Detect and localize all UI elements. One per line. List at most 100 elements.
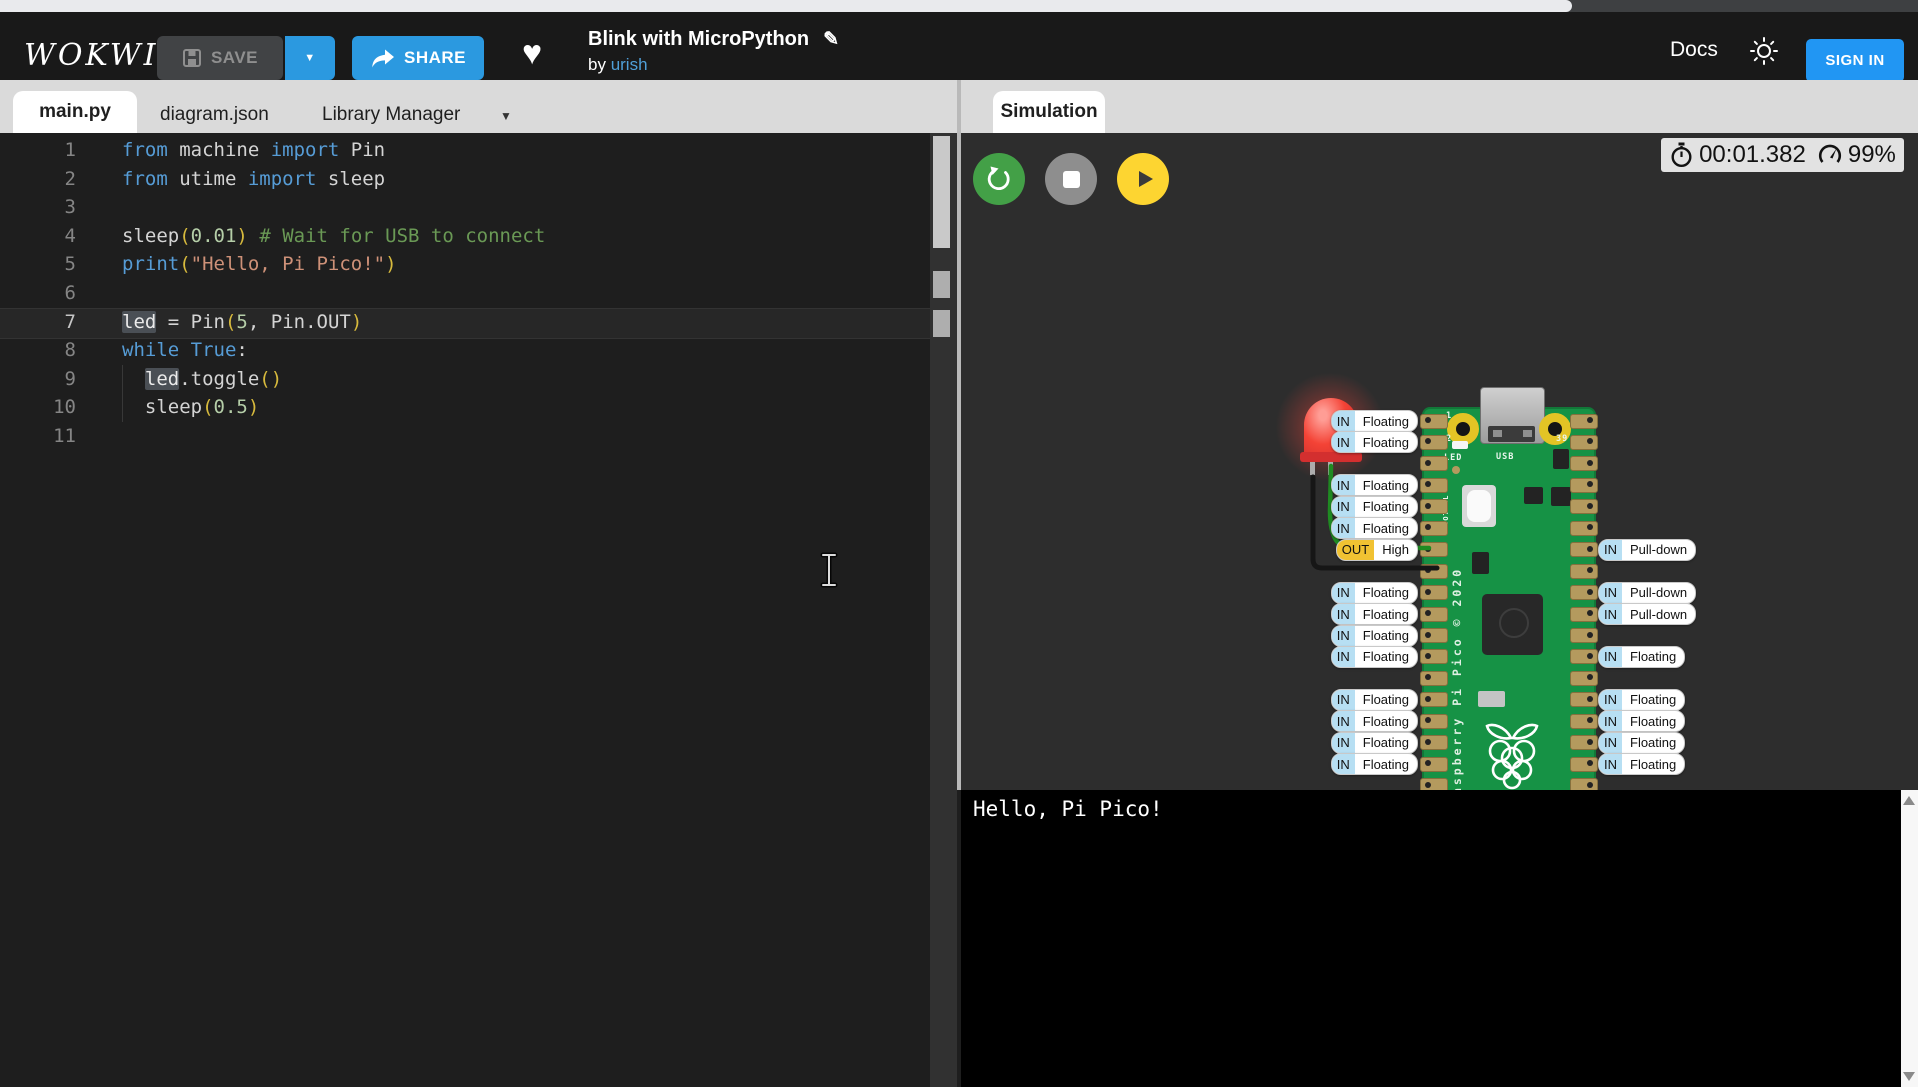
browser-edge-strip [0,0,1918,12]
code-editor[interactable]: 1 from machine import Pin 2 from utime impo… [0,133,937,1087]
code-line: led.toggle() [144,367,283,390]
pin-pad [1570,692,1598,708]
pin-pad [1570,670,1598,686]
pin-state-label: IN Floating [1330,731,1418,754]
pin-state-label: IN Floating [1330,581,1418,604]
pin-pad [1570,585,1598,601]
terminal-scrollbar[interactable] [1901,790,1918,1087]
top-bar: WOKWI SAVE ▼ SHARE ♥ Blink with MicroPyt… [0,12,1918,82]
usb-connector [1480,387,1545,444]
board-silkscreen-text: Raspberry Pi Pico © 2020 [1450,566,1464,790]
pin-pad [1420,735,1448,751]
editor-tab-bar: main.py diagram.json Library Manager ▼ [0,80,957,133]
save-dropdown-button[interactable]: ▼ [285,36,335,80]
tab-diagram-json[interactable]: diagram.json [160,104,269,126]
pin-pad [1420,713,1448,729]
code-line: sleep(0.01) # Wait for USB to connect [122,224,546,247]
pin-state-label: IN Floating [1330,495,1418,518]
crystal-component [1478,691,1505,707]
scroll-up-icon[interactable] [1903,796,1915,805]
pin-pad [1570,735,1598,751]
project-title: Blink with MicroPython ✎ [588,28,839,51]
pin-pad [1570,434,1598,450]
stop-simulation-button[interactable] [1045,153,1097,205]
simulation-canvas[interactable]: 00:01.382 99% 1 2 39 LED USB Raspberry P… [961,133,1918,790]
editor-scrollbar-thumb[interactable] [933,136,950,248]
edit-pencil-icon[interactable]: ✎ [823,29,839,50]
usb-silkscreen: USB [1496,452,1515,462]
editor-scrollbar[interactable] [930,133,957,1087]
restart-simulation-button[interactable] [973,153,1025,205]
usb-contact [1493,430,1502,437]
pin-pad [1570,756,1598,772]
bootsel-button-base [1462,485,1496,527]
rp2040-chip [1482,594,1543,655]
pin-state-label: IN Pull-down [1598,538,1697,561]
sign-in-button[interactable]: SIGN IN [1806,39,1904,82]
favorite-heart-icon[interactable]: ♥ [522,34,542,73]
pin-pad [1570,628,1598,643]
author-link[interactable]: urish [611,55,648,74]
pin-state-label: IN Floating [1330,410,1418,432]
led-flange [1300,452,1362,462]
scrollbar-decoration-mark [933,310,950,337]
pin-pad [1420,520,1448,536]
share-button[interactable]: SHARE [352,36,484,80]
line-number: 5 [64,253,76,276]
pin-pad [1570,606,1598,622]
code-line: sleep(0.5) [122,396,260,419]
pin-pad [1420,778,1448,790]
line-number: 6 [64,282,76,304]
simulation-status-badge: 00:01.382 99% [1661,138,1904,172]
docs-link[interactable]: Docs [1670,38,1718,62]
line-number: 3 [64,196,76,219]
theme-toggle-sun-icon[interactable] [1748,35,1780,67]
pin-state-label: IN Floating [1330,624,1418,647]
play-simulation-button[interactable] [1117,153,1169,205]
tab-library-manager[interactable]: Library Manager [322,104,460,126]
pin-pad [1420,585,1448,601]
pin-state-label: IN Floating [1330,474,1418,497]
pin-pad [1570,456,1598,472]
pin-state-label: IN Floating [1598,753,1686,776]
pin-pad [1570,649,1598,665]
pin-pad [1570,713,1598,729]
line-number: 10 [53,396,76,419]
code-line: print("Hello, Pi Pico!") [122,253,397,276]
pin-pad [1570,477,1598,493]
browser-tab-strip [0,0,1572,12]
bootsel-button[interactable] [1467,490,1491,522]
code-line: from machine import Pin [122,139,386,161]
scroll-down-icon[interactable] [1903,1072,1915,1081]
serial-terminal[interactable]: Hello, Pi Pico! [961,790,1918,1087]
pin-state-label: OUT High [1335,538,1418,561]
pin-state-label: IN Floating [1598,688,1686,711]
tab-simulation[interactable]: Simulation [993,91,1105,133]
wokwi-logo[interactable]: WOKWI [24,38,158,73]
floppy-save-icon [182,49,201,67]
share-label: SHARE [403,48,466,67]
save-button[interactable]: SAVE [157,36,283,80]
tab-main-py[interactable]: main.py [13,91,137,133]
pin-state-label: IN Floating [1330,710,1418,733]
pin-pad [1570,413,1598,429]
pin-state-label: IN Floating [1598,731,1686,754]
line-number: 4 [64,224,76,247]
save-label: SAVE [210,48,259,67]
project-title-block: Blink with MicroPython ✎ by urish [588,28,839,75]
raspberry-pi-pico-board[interactable]: 1 2 39 LED USB BOOTSEL [1420,387,1598,790]
raspberry-logo [1485,723,1539,790]
line-number: 8 [64,339,76,362]
smd-component [1524,487,1543,504]
line-number: 7 [64,310,76,333]
stop-icon [1062,170,1080,188]
tabs-dropdown-caret-icon[interactable]: ▼ [500,109,512,123]
pin39-silkscreen: 39 [1556,434,1569,444]
pin-pad [1420,456,1448,472]
simulation-performance: 99% [1847,141,1896,168]
rp2040-logo-etch [1499,608,1529,638]
pin-state-label: IN Pull-down [1598,581,1697,604]
pin-pad [1570,520,1598,536]
share-arrow-icon [372,49,394,67]
pin-state-label: IN Floating [1330,645,1418,668]
